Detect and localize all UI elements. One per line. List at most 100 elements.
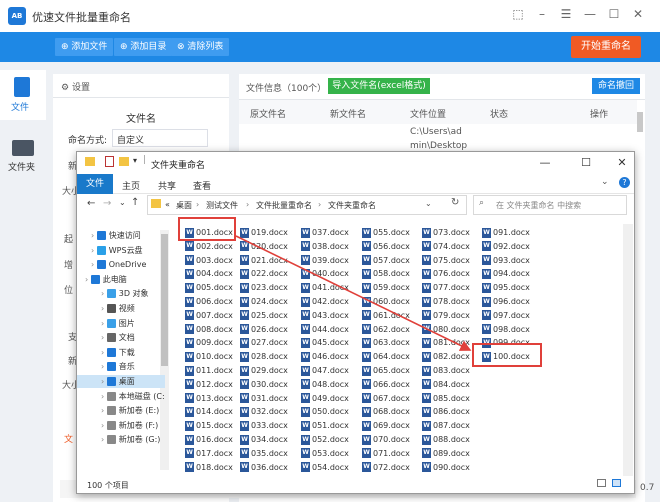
file-item[interactable]: W 087.docx xyxy=(422,419,480,432)
tree-item[interactable]: › OneDrive xyxy=(77,258,165,271)
file-item[interactable]: W 051.docx xyxy=(301,419,359,432)
file-item[interactable]: W 093.docx xyxy=(482,254,540,267)
properties-icon[interactable] xyxy=(105,156,114,167)
file-item[interactable]: W 046.docx xyxy=(301,350,359,363)
tab-home[interactable]: 主页 xyxy=(122,179,140,192)
file-item[interactable]: W 065.docx xyxy=(362,364,420,377)
large-icons-view-icon[interactable] xyxy=(612,479,621,487)
file-item[interactable]: W 032.docx xyxy=(240,405,298,418)
file-item[interactable]: W 075.docx xyxy=(422,254,480,267)
file-item[interactable]: W 044.docx xyxy=(301,323,359,336)
file-item[interactable]: W 024.docx xyxy=(240,295,298,308)
file-item[interactable]: W 070.docx xyxy=(362,433,420,446)
add-file-button[interactable]: ⊕ 添加文件 xyxy=(55,38,114,56)
file-item[interactable]: W 047.docx xyxy=(301,364,359,377)
chevron-right-icon[interactable]: › xyxy=(101,333,107,342)
tree-item[interactable]: › 3D 对象 xyxy=(77,287,165,300)
back-icon[interactable]: ← xyxy=(87,198,95,209)
file-item[interactable]: W 027.docx xyxy=(240,336,298,349)
file-item[interactable]: W 004.docx xyxy=(185,267,243,280)
tree-item[interactable]: › 音乐 xyxy=(77,360,165,373)
file-item[interactable]: W 037.docx xyxy=(301,226,359,239)
file-item[interactable]: W 084.docx xyxy=(422,378,480,391)
file-item[interactable]: W 068.docx xyxy=(362,405,420,418)
add-folder-button[interactable]: ⊕ 添加目录 xyxy=(114,38,173,56)
tab-share[interactable]: 共享 xyxy=(158,179,176,192)
file-item[interactable]: W 043.docx xyxy=(301,309,359,322)
file-item[interactable]: W 096.docx xyxy=(482,295,540,308)
file-item[interactable]: W 007.docx xyxy=(185,309,243,322)
file-item[interactable]: W 066.docx xyxy=(362,378,420,391)
file-item[interactable]: W 035.docx xyxy=(240,447,298,460)
file-item[interactable]: W 089.docx xyxy=(422,447,480,460)
file-item[interactable]: W 029.docx xyxy=(240,364,298,377)
help-icon[interactable]: ? xyxy=(619,177,630,188)
breadcrumb-current[interactable]: 文件夹重命名 xyxy=(328,200,376,211)
file-item[interactable]: W 090.docx xyxy=(422,461,480,474)
file-item[interactable]: W 049.docx xyxy=(301,392,359,405)
breadcrumb-batch[interactable]: 文件批量重命名 xyxy=(256,200,312,211)
app-close-icon[interactable]: ✕ xyxy=(630,6,646,22)
file-item[interactable]: W 003.docx xyxy=(185,254,243,267)
tree-item[interactable]: › 新加卷 (E:) xyxy=(77,404,165,417)
file-item[interactable]: W 005.docx xyxy=(185,281,243,294)
file-scrollbar[interactable] xyxy=(623,224,633,476)
file-item[interactable]: W 048.docx xyxy=(301,378,359,391)
file-item[interactable]: W 034.docx xyxy=(240,433,298,446)
chevron-right-icon[interactable]: › xyxy=(101,392,107,401)
chevron-down-icon[interactable]: ⌄ xyxy=(601,177,609,187)
file-item[interactable]: W 052.docx xyxy=(301,433,359,446)
file-item[interactable]: W 063.docx xyxy=(362,336,420,349)
file-item[interactable]: W 079.docx xyxy=(422,309,480,322)
chevron-down-icon[interactable]: ⌄ xyxy=(119,198,126,207)
tree-item[interactable]: › 本地磁盘 (C:) xyxy=(77,390,165,403)
chevron-right-icon[interactable]: › xyxy=(91,246,97,255)
close-icon[interactable]: ✕ xyxy=(612,155,632,171)
file-item[interactable]: W 038.docx xyxy=(301,240,359,253)
file-item[interactable]: W 058.docx xyxy=(362,267,420,280)
file-item[interactable]: W 030.docx xyxy=(240,378,298,391)
minimize-icon[interactable]: — xyxy=(535,155,555,171)
file-item[interactable]: W 017.docx xyxy=(185,447,243,460)
file-item[interactable]: W 072.docx xyxy=(362,461,420,474)
file-item[interactable]: W 085.docx xyxy=(422,392,480,405)
tree-item[interactable]: › 视频 xyxy=(77,302,165,315)
file-item[interactable]: W 091.docx xyxy=(482,226,540,239)
file-item[interactable]: W 098.docx xyxy=(482,323,540,336)
chevron-right-icon[interactable]: › xyxy=(101,406,107,415)
app-menu-icon[interactable]: ☰ xyxy=(558,6,574,22)
file-item[interactable]: W 045.docx xyxy=(301,336,359,349)
file-item[interactable]: W 062.docx xyxy=(362,323,420,336)
file-item[interactable]: W 033.docx xyxy=(240,419,298,432)
tab-file[interactable]: 文件 xyxy=(77,174,113,194)
refresh-icon[interactable]: ↻ xyxy=(451,197,459,208)
search-input[interactable]: 在 文件夹重命名 中搜索 xyxy=(473,195,627,215)
file-item[interactable]: W 095.docx xyxy=(482,281,540,294)
chevron-right-icon[interactable]: › xyxy=(101,304,107,313)
undo-rename-button[interactable]: 命名撤回 xyxy=(592,78,640,94)
app-maximize-icon[interactable]: ☐ xyxy=(606,6,622,22)
chevron-right-icon[interactable]: › xyxy=(91,260,97,269)
file-item[interactable]: W 086.docx xyxy=(422,405,480,418)
file-item[interactable]: W 023.docx xyxy=(240,281,298,294)
file-item[interactable]: W 016.docx xyxy=(185,433,243,446)
file-item[interactable]: W 011.docx xyxy=(185,364,243,377)
file-item[interactable]: W 074.docx xyxy=(422,240,480,253)
clear-list-button[interactable]: ⊗ 清除列表 xyxy=(171,38,230,56)
file-item[interactable]: W 022.docx xyxy=(240,267,298,280)
breadcrumb-test[interactable]: 测试文件 xyxy=(206,200,238,211)
file-item[interactable]: W 077.docx xyxy=(422,281,480,294)
file-item[interactable]: W 031.docx xyxy=(240,392,298,405)
file-item[interactable]: W 054.docx xyxy=(301,461,359,474)
sidebar-item-folder-label[interactable]: 文件夹 xyxy=(8,160,35,173)
start-rename-button[interactable]: 开始重命名 xyxy=(571,36,641,58)
file-item[interactable]: W 041.docx xyxy=(301,281,359,294)
file-item[interactable]: W 078.docx xyxy=(422,295,480,308)
chevron-right-icon[interactable]: › xyxy=(101,348,107,357)
file-item[interactable]: W 088.docx xyxy=(422,433,480,446)
chevron-right-icon[interactable]: › xyxy=(101,319,107,328)
file-item[interactable]: W 060.docx xyxy=(362,295,420,308)
file-item[interactable]: W 056.docx xyxy=(362,240,420,253)
file-item[interactable]: W 021.docx xyxy=(240,254,298,267)
file-item[interactable]: W 018.docx xyxy=(185,461,243,474)
